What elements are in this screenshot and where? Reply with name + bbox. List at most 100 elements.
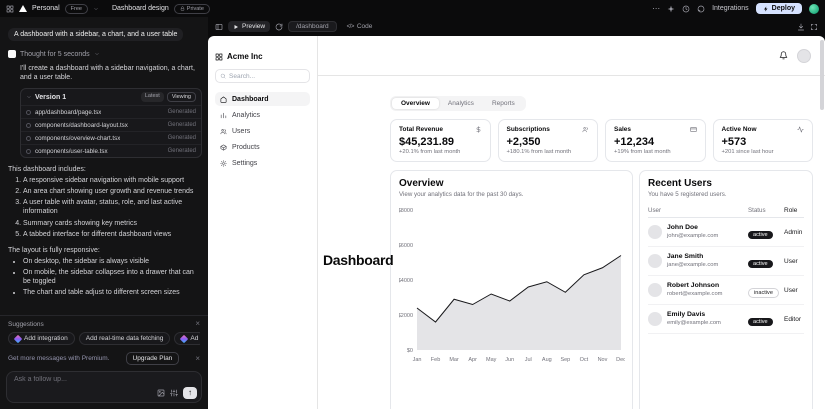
file-status-icon [26, 135, 31, 141]
suggestion-button[interactable]: Ad [174, 332, 200, 345]
avatar [648, 283, 662, 297]
app-nav: Dashboard Analytics Users Products Setti… [215, 92, 310, 170]
user-role: User [784, 286, 798, 294]
project-title: Dashboard design [111, 5, 169, 12]
sidebar-item-products[interactable]: Products [215, 140, 310, 154]
sidebar-item-analytics[interactable]: Analytics [215, 108, 310, 122]
list-item: A tabbed interface for different dashboa… [23, 230, 200, 239]
search-input[interactable] [229, 72, 299, 80]
svg-text:Jun: Jun [505, 357, 514, 363]
integrations-link[interactable]: Integrations [712, 5, 749, 12]
table-row: John Doe john@example.com active Admin [648, 218, 804, 247]
sidebar-item-label: Products [232, 143, 260, 151]
preview-tab-label: Preview [242, 23, 266, 30]
premium-text: Get more messages with Premium. [8, 355, 110, 362]
card-subtitle: View your analytics data for the past 30… [399, 191, 524, 198]
file-status: Generated [167, 148, 196, 155]
sidebar-item-settings[interactable]: Settings [215, 156, 310, 170]
file-status-icon [26, 148, 31, 154]
main-layout: A dashboard with a sidebar, a chart, and… [0, 17, 825, 409]
sidebar-item-users[interactable]: Users [215, 124, 310, 138]
svg-text:Nov: Nov [598, 357, 608, 363]
tab-reports[interactable]: Reports [483, 98, 524, 109]
app-search[interactable] [215, 69, 310, 83]
user-avatar[interactable] [809, 3, 819, 14]
url-bar[interactable]: /dashboard [288, 21, 337, 32]
metric-label: Total Revenue [399, 126, 443, 133]
file-row[interactable]: components/overview-chart.tsx Generated [21, 131, 201, 144]
refresh-icon[interactable] [275, 23, 283, 31]
metric-value: +12,234 [614, 136, 655, 148]
fullscreen-icon[interactable] [810, 23, 818, 31]
chevron-down-icon[interactable] [26, 94, 32, 100]
svg-text:Jul: Jul [525, 357, 532, 363]
column-header: Status [748, 207, 766, 214]
vercel-triangle-icon [19, 5, 27, 12]
download-icon[interactable] [797, 23, 805, 31]
list-item: An area chart showing user growth and re… [23, 187, 200, 196]
send-button[interactable]: ↑ [183, 387, 197, 399]
deploy-button[interactable]: Deploy [755, 3, 802, 14]
chevron-down-icon[interactable] [93, 6, 99, 12]
tab-overview[interactable]: Overview [392, 98, 439, 109]
sidebar-item-label: Analytics [232, 111, 261, 119]
user-email: jane@example.com [667, 261, 719, 268]
upgrade-plan-button[interactable]: Upgrade Plan [125, 352, 180, 365]
svg-text:$2000: $2000 [399, 313, 413, 319]
suggestion-button[interactable]: Add real-time data fetching [78, 332, 171, 345]
deploy-label: Deploy [771, 5, 795, 12]
package-icon [220, 144, 227, 150]
tab-analytics[interactable]: Analytics [439, 98, 483, 109]
panel-toggle-icon[interactable] [215, 23, 223, 31]
list-item: On desktop, the sidebar is always visibl… [23, 257, 200, 266]
column-header: Role [784, 207, 798, 214]
more-options-icon[interactable]: ⋯ [652, 4, 660, 13]
metric-label: Sales [614, 126, 631, 133]
file-status: Generated [167, 135, 196, 142]
image-icon[interactable] [157, 389, 165, 397]
tab-preview[interactable]: Preview [228, 21, 271, 32]
code-tab-label: Code [356, 23, 373, 30]
users-icon [582, 127, 588, 133]
sidebar-item-dashboard[interactable]: Dashboard [215, 92, 310, 106]
table-header: User Status Role [648, 204, 804, 218]
file-row[interactable]: components/user-table.tsx Generated [21, 144, 201, 157]
overview-chart: $8000 $6000 $4000 $2000 $0Jan Feb Mar Apr May Jun… [398, 208, 626, 363]
tab-code[interactable]: </> Code [342, 21, 378, 32]
recent-users-card: Recent Users You have 5 registered users… [639, 170, 813, 409]
privacy-badge: Private [173, 3, 210, 14]
user-email: john@example.com [667, 232, 719, 239]
search-icon [220, 73, 226, 79]
assistant-intro: I'll create a dashboard with a sidebar n… [20, 65, 195, 82]
chevron-down-icon[interactable] [94, 51, 100, 57]
sliders-icon[interactable] [170, 389, 178, 397]
chat-panel: A dashboard with a sidebar, a chart, and… [0, 17, 208, 409]
history-icon[interactable] [682, 5, 690, 13]
grid-logo-icon[interactable] [6, 5, 14, 13]
sparkles-icon[interactable] [667, 5, 675, 13]
user-email: emily@example.com [667, 319, 721, 326]
followup-input[interactable] [14, 376, 194, 383]
scrollbar-thumb[interactable] [820, 40, 824, 110]
version-header[interactable]: Version 1 Latest Viewing [21, 89, 201, 105]
gear-icon [220, 159, 227, 167]
card-title: Recent Users [648, 178, 712, 189]
workspace-name[interactable]: Personal [32, 5, 60, 12]
user-name: John Doe [667, 224, 698, 232]
bell-icon[interactable] [779, 51, 788, 60]
file-row[interactable]: app/dashboard/page.tsx Generated [21, 105, 201, 118]
suggestion-button[interactable]: Add integration [8, 332, 75, 345]
overview-card: Overview View your analytics data for th… [390, 170, 633, 409]
close-icon[interactable]: × [195, 354, 200, 363]
latest-badge: Latest [140, 92, 164, 103]
file-row[interactable]: components/dashboard-layout.tsx Generate… [21, 118, 201, 131]
close-icon[interactable]: × [195, 320, 200, 328]
version-card: Version 1 Latest Viewing app/dashboard/p… [20, 88, 202, 159]
metric-label: Subscriptions [506, 126, 550, 133]
thought-row[interactable]: Thought for 5 seconds [8, 50, 200, 58]
github-icon[interactable] [697, 5, 705, 13]
list-item: On mobile, the sidebar collapses into a … [23, 268, 200, 286]
svg-text:$6000: $6000 [399, 243, 413, 249]
metric-card-active-now: Active Now +573 +201 since last hour [712, 119, 813, 162]
app-avatar[interactable] [797, 48, 811, 63]
